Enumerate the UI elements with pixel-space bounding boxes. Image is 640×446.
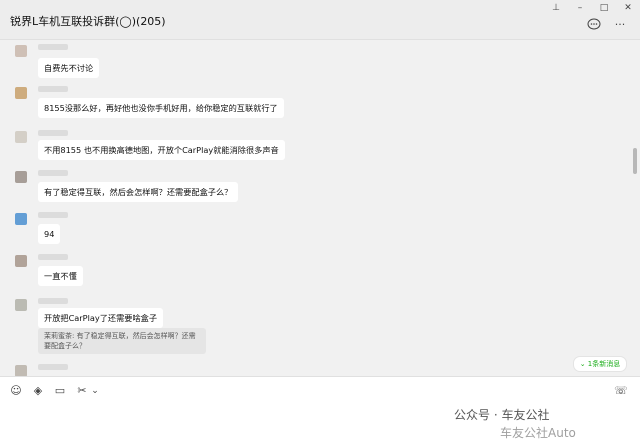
message-item: 有了稳定得互联，然后会怎样啊？还需要配盒子么？ xyxy=(0,168,620,208)
quoted-message[interactable]: 茉莉蜜茶: 有了稳定得互联，然后会怎样啊？还需要配盒子么？ xyxy=(38,328,206,354)
chat-icon-svg xyxy=(587,18,601,30)
message-item-partial xyxy=(0,362,620,376)
close-button[interactable]: ✕ xyxy=(617,2,639,14)
message-list[interactable]: 自费先不讨论 8155没那么好，再好他也没你手机好用，给你稳定的互联就行了 不用… xyxy=(0,40,640,376)
phone-icon[interactable]: ☏ xyxy=(614,384,628,398)
message-bubble[interactable]: 一直不懂 xyxy=(38,266,83,286)
pin-icon[interactable]: ⊥ xyxy=(545,2,567,14)
chat-title: 锐界L车机互联投诉群(◯)(205) xyxy=(10,15,166,28)
avatar[interactable] xyxy=(12,168,30,186)
chat-bubble-icon[interactable] xyxy=(586,18,602,32)
message-item: 94 xyxy=(0,210,620,250)
sender-name-blurred xyxy=(38,170,68,176)
message-bubble[interactable]: 有了稳定得互联，然后会怎样啊？还需要配盒子么？ xyxy=(38,182,239,202)
sender-name-blurred xyxy=(38,130,68,136)
avatar[interactable] xyxy=(12,362,30,376)
scissors-icon[interactable]: ✂ xyxy=(75,384,89,398)
avatar[interactable] xyxy=(12,252,30,270)
sender-name-blurred xyxy=(38,254,68,260)
maximize-button[interactable]: □ xyxy=(593,2,615,14)
message-bubble[interactable]: 94 xyxy=(38,224,61,244)
package-icon[interactable]: ◈ xyxy=(31,384,45,398)
more-button[interactable]: ··· xyxy=(612,18,628,32)
message-bubble[interactable]: 开放把CarPlay了还需要啥盒子 xyxy=(38,308,164,328)
message-bubble[interactable]: 8155没那么好，再好他也没你手机好用，给你稳定的互联就行了 xyxy=(38,98,284,118)
chevron-down-icon[interactable]: ⌄ xyxy=(88,384,102,398)
watermark-brand: 车友公社Auto xyxy=(500,426,576,440)
emoji-icon[interactable]: ☺ xyxy=(9,384,23,398)
message-bubble[interactable]: 自费先不讨论 xyxy=(38,58,100,78)
message-bubble[interactable]: 不用8155 也不用换高德地图，开放个CarPlay就能消除很多声音 xyxy=(38,140,285,160)
avatar[interactable] xyxy=(12,210,30,228)
avatar[interactable] xyxy=(12,296,30,314)
minimize-button[interactable]: – xyxy=(569,2,591,14)
new-messages-badge[interactable]: ⌄ 1条新消息 xyxy=(573,356,627,372)
sender-name-blurred xyxy=(38,44,68,50)
sender-name-blurred xyxy=(38,298,68,304)
watermark-account: 公众号 · 车友公社 xyxy=(454,408,550,422)
message-item: 不用8155 也不用换高德地图，开放个CarPlay就能消除很多声音 xyxy=(0,128,620,168)
folder-icon[interactable]: ▭ xyxy=(53,384,67,398)
avatar[interactable] xyxy=(12,128,30,146)
avatar[interactable] xyxy=(12,42,30,60)
message-item: 自费先不讨论 xyxy=(0,42,620,82)
message-item: 一直不懂 xyxy=(0,252,620,292)
scrollbar-thumb[interactable] xyxy=(633,148,637,174)
title-bar: 锐界L车机互联投诉群(◯)(205) ⊥ – □ ✕ ··· xyxy=(0,0,640,40)
avatar[interactable] xyxy=(12,84,30,102)
message-item: 8155没那么好，再好他也没你手机好用，给你稳定的互联就行了 xyxy=(0,84,620,124)
sender-name-blurred xyxy=(38,212,68,218)
sender-name-blurred xyxy=(38,86,68,92)
sender-name-blurred xyxy=(38,364,68,370)
